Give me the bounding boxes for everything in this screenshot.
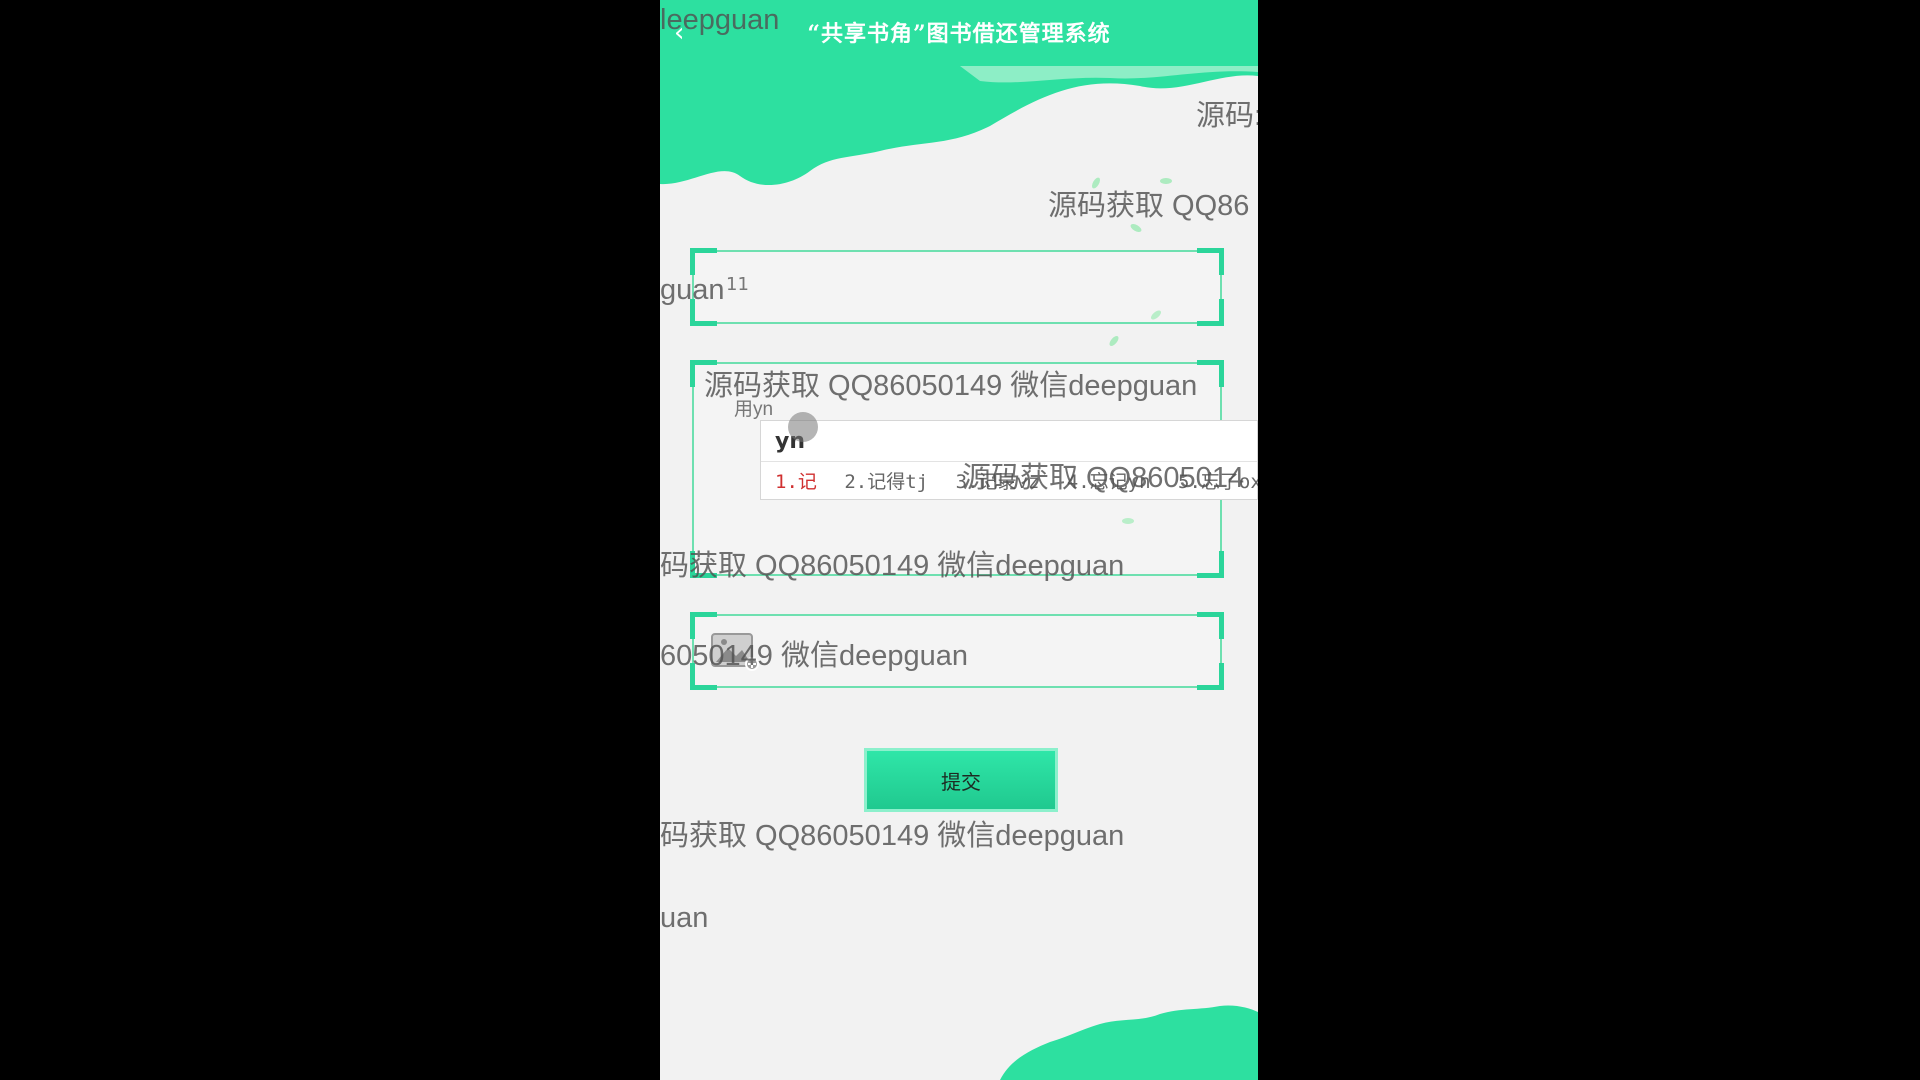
- watermark-text: 6050149 微信deepguan: [660, 640, 968, 672]
- submit-button[interactable]: 提交: [864, 748, 1058, 812]
- frame-corner: [1197, 551, 1224, 578]
- watermark-text: 源码获取 QQ86050149 微信deepguan: [704, 370, 1198, 402]
- phone-screen: ‹ “共享书角”图书借还管理系统 11 用yn yn 1.记 2.记得tj 3.…: [660, 0, 1258, 1080]
- frame-corner: [1197, 360, 1224, 387]
- top-wave-decoration: [660, 66, 1258, 186]
- watermark-text: 源码获取 QQ86: [1048, 190, 1250, 222]
- ime-candidate[interactable]: 1.记: [775, 471, 817, 493]
- leaf-decoration: [1107, 334, 1121, 348]
- watermark-text: 源码:: [1196, 100, 1258, 132]
- leaf-decoration: [1129, 222, 1143, 234]
- field-1-superscript: 11: [726, 274, 749, 295]
- field-1-input[interactable]: [710, 262, 1204, 314]
- watermark-text: 源码获取 QQ8605014: [962, 462, 1245, 494]
- ime-candidate[interactable]: 2.记得tj: [844, 471, 928, 493]
- frame-corner: [1197, 663, 1224, 690]
- watermark-text: guan: [660, 274, 725, 306]
- frame-corner: [1197, 612, 1224, 639]
- touch-cursor-indicator: [788, 412, 818, 442]
- watermark-text: leepguan: [660, 4, 780, 36]
- watermark-text: uan: [660, 902, 709, 934]
- watermark-text: 码获取 QQ86050149 微信deepguan: [660, 550, 1125, 582]
- watermark-text: 码获取 QQ86050149 微信deepguan: [660, 820, 1125, 852]
- text-field-1: [690, 248, 1224, 326]
- bottom-wave-decoration: [1000, 1005, 1258, 1080]
